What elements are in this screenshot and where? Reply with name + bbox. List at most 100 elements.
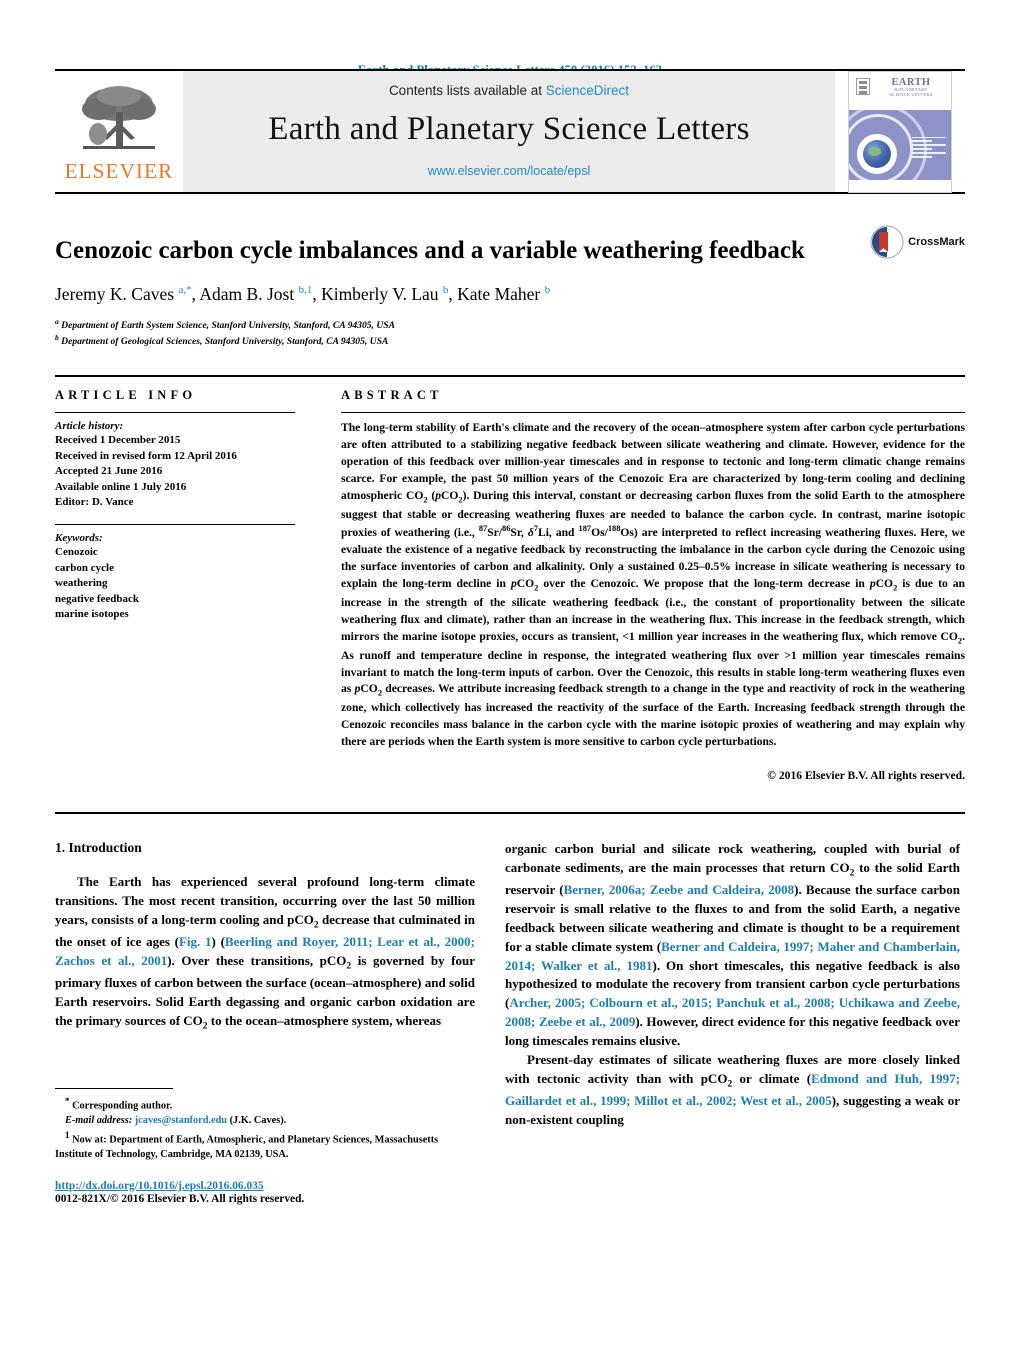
intro-paragraph-right-1: organic carbon burial and silicate rock … [505,840,960,1051]
sciencedirect-link[interactable]: ScienceDirect [546,83,629,98]
article-info-heading: ARTICLE INFO [55,387,197,402]
keyword-item: marine isotopes [55,608,129,621]
abstract-heading: ABSTRACT [341,387,443,402]
info-divider-top [55,411,295,413]
journal-cover-thumbnail: EARTH & PLANETARY SCIENCE LETTERS [835,70,965,193]
keyword-item: weathering [55,577,108,590]
crossmark-badge[interactable]: CrossMark [870,225,965,259]
history-item: Received in revised form 12 April 2016 [55,449,237,462]
history-item: Editor: D. Vance [55,496,134,509]
citation-link[interactable]: Berner, 2006a; Zeebe and Caldeira, 2008 [564,882,795,897]
abs-seg-sr1: Sr/ [487,526,503,540]
right2-seg-2: or climate ( [732,1070,812,1086]
author-affil-mark-b3: b [544,284,551,297]
abs-seg-sr2: Sr, [510,526,528,540]
abstract-divider [341,411,965,413]
abs-seg-3: CO [441,488,459,502]
affil-mark-a: a [55,316,59,326]
footnote-mark-star: * [65,1096,70,1107]
footnote-mark-1: 1 [65,1130,70,1140]
abs-seg-10: CO [360,682,378,696]
issn-copyright: 0012-821X/© 2016 Elsevier B.V. All right… [55,1192,305,1205]
abs-seg-7: CO [875,577,894,591]
keyword-item: Cenozoic [55,545,98,558]
history-item: Received 1 December 2015 [55,433,181,446]
footnote-corresponding-author: * Corresponding author. [55,1095,475,1114]
crossmark-label: CrossMark [908,236,965,248]
keyword-item: carbon cycle [55,561,114,574]
abs-sup-os188: 188 [607,524,621,534]
abs-seg-5: CO [516,577,535,591]
left-seg-4: ). Over these transitions, pCO [167,952,347,968]
doi-block: http://dx.doi.org/10.1016/j.epsl.2016.06… [55,1180,475,1205]
article-history-label: Article history: [55,419,124,432]
elsevier-wordmark: ELSEVIER [64,158,174,183]
title-block: Cenozoic carbon cycle imbalances and a v… [55,194,965,349]
footnote-present-address: 1 Now at: Department of Earth, Atmospher… [55,1129,475,1163]
cover-title-sub2: SCIENCE LETTERS [889,91,933,97]
footnote-note1-text: Now at: Department of Earth, Atmospheric… [55,1134,439,1161]
contents-prefix: Contents lists available at [388,83,546,98]
journal-title: Earth and Planetary Science Letters [268,111,750,147]
cover-bottom [849,179,951,192]
abs-seg-11: decreases. We attribute increasing feedb… [341,682,965,749]
elsevier-logo: ELSEVIER [55,71,183,192]
keywords-label: Keywords: [55,531,103,544]
author-list: Jeremy K. Caves a,*, Adam B. Jost b,1, K… [55,284,551,304]
article-page: Earth and Planetary Science Letters 450 … [0,0,1020,1351]
author-affil-mark-b1: b,1 [298,284,313,297]
info-divider-mid [55,523,295,525]
cover-card: EARTH & PLANETARY SCIENCE LETTERS [848,70,952,193]
abs-seg-6: over the Cenozoic. We propose that the l… [538,577,870,591]
keywords-block: Keywords: Cenozoic carbon cycle weatheri… [55,532,295,623]
masthead-center: Contents lists available at ScienceDirec… [183,71,835,192]
intro-paragraph-right-2: Present-day estimates of silicate weathe… [505,1051,960,1130]
email-link[interactable]: jcaves@stanford.edu [135,1115,227,1126]
abs-sup-os187: 187 [578,524,592,534]
cover-badge-icon [856,77,870,95]
page-title: Cenozoic carbon cycle imbalances and a v… [55,237,805,264]
cover-text-lines [912,136,946,161]
author-affil-mark-b2: b [442,284,449,297]
body-columns: 1. Introduction The Earth has experience… [55,840,965,1205]
footnote-rule [55,1088,173,1090]
history-item: Available online 1 July 2016 [55,480,187,493]
affiliation-b-text: Department of Geological Sciences, Stanf… [61,336,389,348]
footnote-block: * Corresponding author. E-mail address: … [55,1088,475,1205]
section-heading-introduction: 1. Introduction [55,840,142,856]
abstract-column: ABSTRACT The long-term stability of Eart… [341,388,965,782]
cover-artwork [849,109,951,180]
journal-url[interactable]: www.elsevier.com/locate/epsl [428,164,591,178]
running-head: Earth and Planetary Science Letters 450 … [357,63,663,77]
info-abstract-region: ARTICLE INFO Article history: Received 1… [55,374,965,782]
footnote-email: E-mail address: jcaves@stanford.edu (J.K… [55,1114,475,1129]
affiliation-a-text: Department of Earth System Science, Stan… [61,319,396,331]
abs-sup-sr87: 87 [478,524,488,534]
affil-mark-b: b [55,332,59,342]
footnote-corresponding-text: Corresponding author. [72,1100,173,1112]
affiliation-a: a Department of Earth System Science, St… [55,317,965,333]
history-item: Accepted 21 June 2016 [55,465,163,478]
abs-seg-os1: Os/ [591,526,608,540]
article-info-column: ARTICLE INFO Article history: Received 1… [55,388,295,782]
abstract-text: The long-term stability of Earth's clima… [341,420,965,751]
abs-seg-li: Li, and [537,526,579,540]
figure-reference-link[interactable]: Fig. 1 [179,934,212,949]
email-label: E-mail address: [65,1115,133,1127]
doi-link[interactable]: http://dx.doi.org/10.1016/j.epsl.2016.06… [55,1180,475,1192]
globe-icon [863,139,891,168]
cover-top: EARTH & PLANETARY SCIENCE LETTERS [849,71,951,110]
keyword-item: negative feedback [55,592,140,605]
intro-paragraph-left: The Earth has experienced several profou… [55,873,475,1034]
body-column-left: 1. Introduction The Earth has experience… [55,840,475,1205]
body-divider [55,812,965,815]
left-seg-3: ) ( [211,934,225,950]
journal-masthead: ELSEVIER Contents lists available at Sci… [55,69,965,194]
affiliation-b: b Department of Geological Sciences, Sta… [55,333,965,349]
contents-line: Contents lists available at ScienceDirec… [389,83,629,98]
elsevier-tree-icon [82,85,156,149]
crossmark-icon [870,225,904,259]
cover-title: EARTH & PLANETARY SCIENCE LETTERS [878,77,944,98]
author-affil-mark-a: a,* [178,284,192,297]
email-suffix: (J.K. Caves). [229,1115,287,1127]
